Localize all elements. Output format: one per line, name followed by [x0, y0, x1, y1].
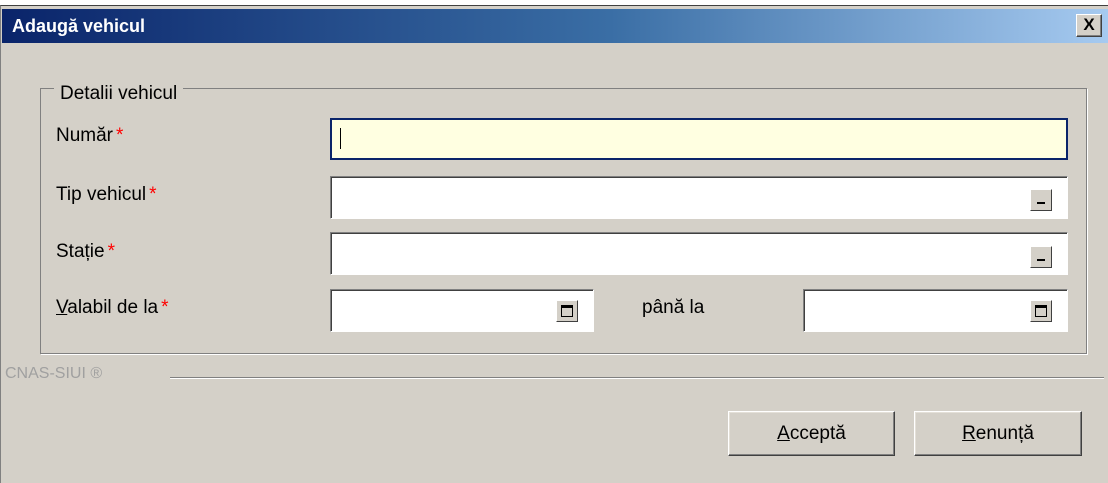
calendar-icon [561, 305, 573, 317]
text-caret [340, 128, 341, 149]
title-bar[interactable]: Adaugă vehicul X [2, 9, 1108, 43]
required-marker: * [107, 241, 115, 262]
tip-vehicul-label: Tip vehicul * [56, 184, 157, 205]
statie-label: Stație * [56, 241, 115, 262]
pana-la-calendar-button[interactable] [1030, 300, 1052, 322]
ellipsis-lookup-icon [1037, 202, 1045, 204]
valabil-de-la-date[interactable] [330, 289, 594, 332]
required-marker: * [149, 184, 157, 205]
numar-input[interactable] [330, 118, 1068, 160]
required-marker: * [161, 297, 169, 318]
statie-field[interactable] [330, 232, 1068, 275]
brand-label: CNAS-SIUI ® [5, 365, 103, 382]
cancel-button[interactable]: Renunță [914, 411, 1082, 456]
pana-la-label: până la [642, 297, 705, 318]
close-button[interactable]: X [1076, 14, 1102, 37]
tip-vehicul-lookup-button[interactable] [1030, 189, 1052, 211]
required-marker: * [116, 125, 124, 146]
tip-vehicul-field[interactable] [330, 176, 1068, 219]
group-legend: Detalii vehicul [54, 83, 184, 105]
pana-la-date[interactable] [803, 289, 1068, 332]
calendar-icon [1035, 305, 1047, 317]
numar-label: Număr * [56, 125, 124, 146]
window-title: Adaugă vehicul [12, 16, 146, 36]
separator-line [170, 377, 1104, 379]
valabil-de-la-calendar-button[interactable] [556, 300, 578, 322]
valabil-de-la-label: Valabil de la * [56, 297, 169, 318]
close-icon: X [1083, 15, 1095, 34]
accept-button[interactable]: Acceptă [728, 411, 895, 456]
ellipsis-lookup-icon [1037, 259, 1045, 261]
statie-lookup-button[interactable] [1030, 246, 1052, 268]
